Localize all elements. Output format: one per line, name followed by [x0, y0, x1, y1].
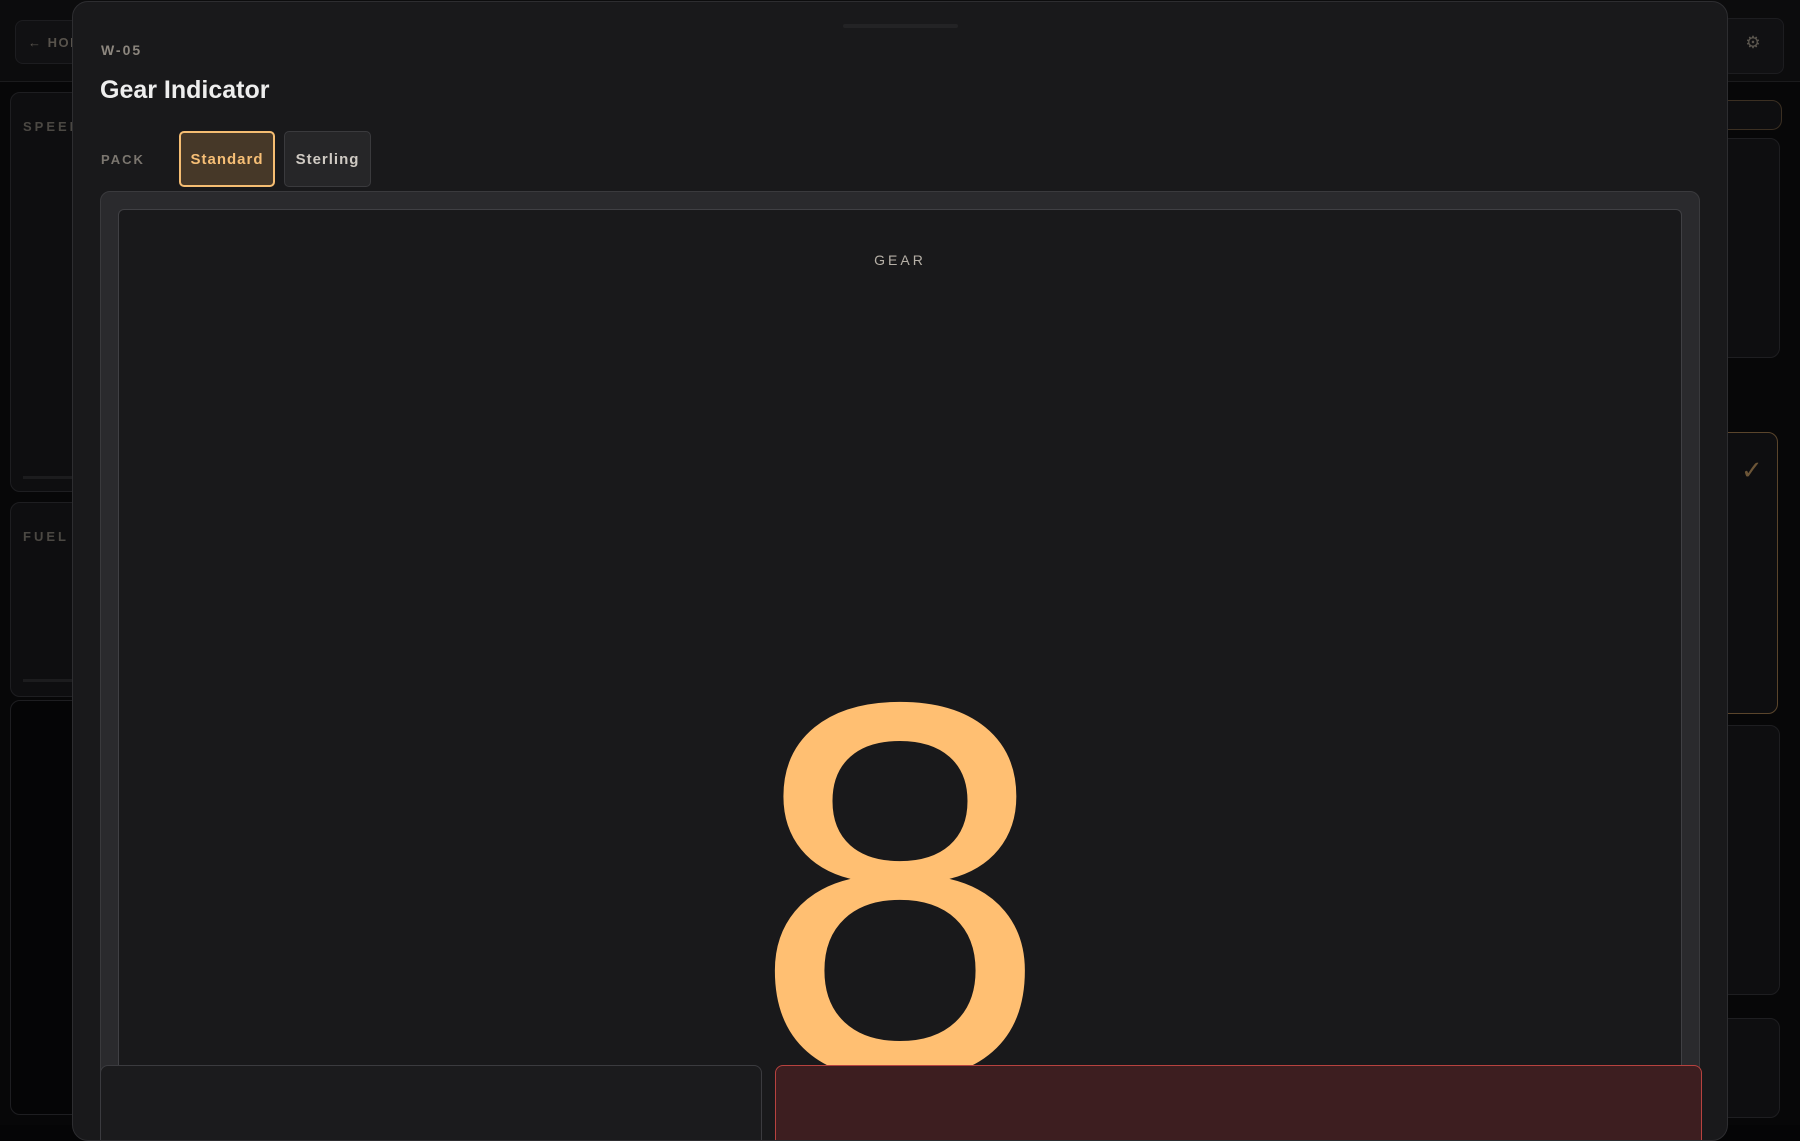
widget-title: Gear Indicator: [100, 76, 270, 105]
widget-settings-modal: W-05 Gear Indicator PACK Standard Sterli…: [72, 1, 1728, 1141]
remove-button[interactable]: [775, 1065, 1702, 1141]
gear-preview: GEAR 8: [118, 209, 1682, 1141]
cancel-button[interactable]: [100, 1065, 762, 1141]
gear-label: GEAR: [119, 252, 1681, 268]
preview-frame: GEAR 8: [100, 191, 1700, 1141]
widget-id: W-05: [101, 42, 142, 58]
settings-icon[interactable]: ⚙: [1722, 18, 1784, 74]
sheet-grabber[interactable]: [843, 24, 958, 28]
pack-option-standard[interactable]: Standard: [179, 131, 275, 187]
fuel-card-label: FUEL: [23, 529, 69, 544]
pack-option-sterling[interactable]: Sterling: [284, 131, 371, 187]
pack-label: PACK: [101, 152, 145, 167]
check-icon: ✓: [1741, 455, 1763, 486]
